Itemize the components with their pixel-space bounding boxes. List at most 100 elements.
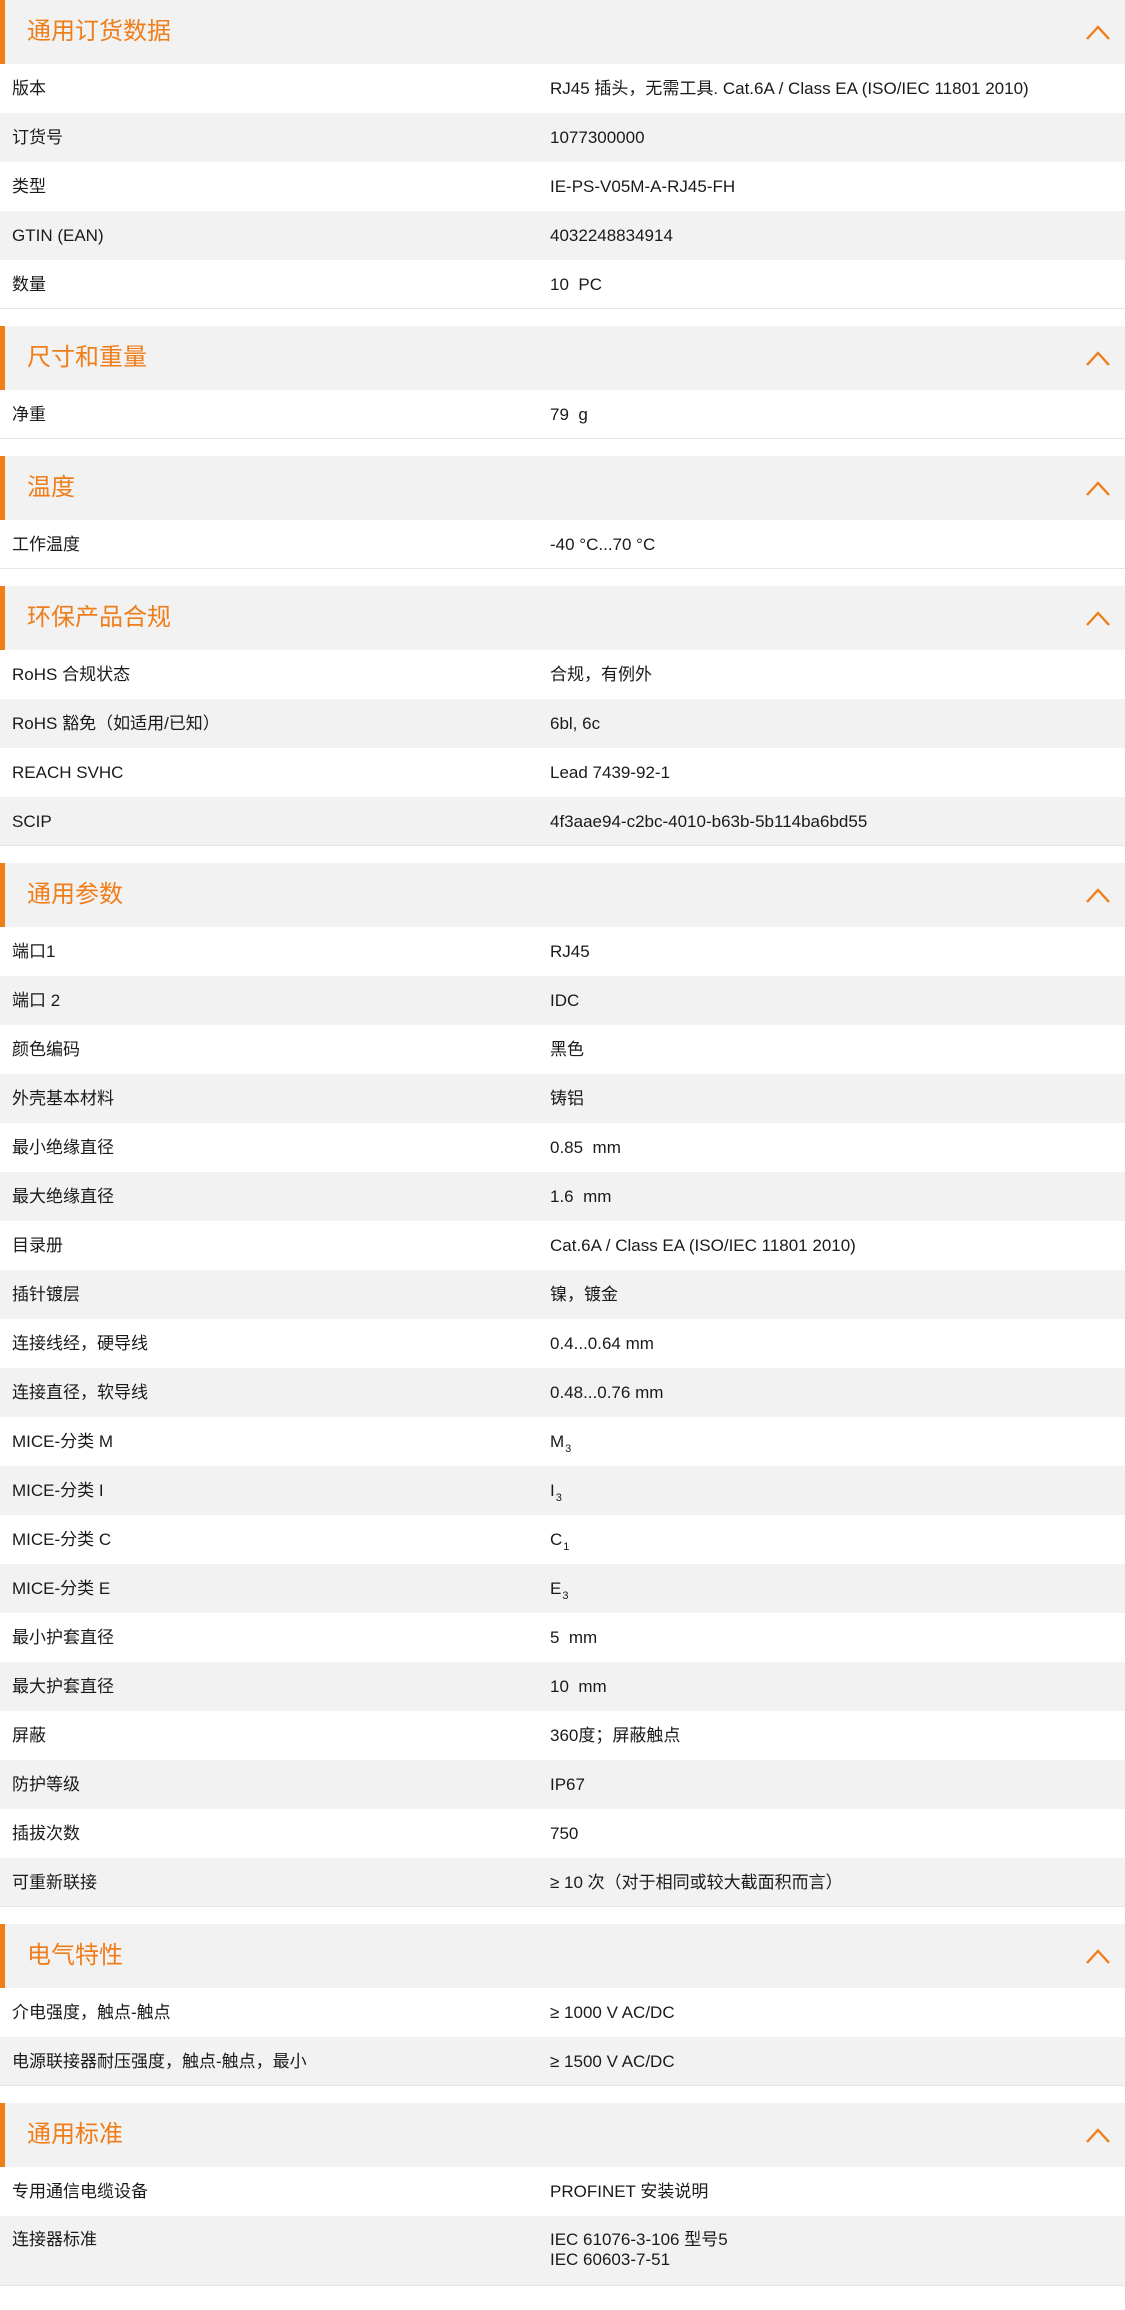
spec-label: 插拔次数 xyxy=(12,1824,80,1843)
spec-value: Cat.6A / Class EA (ISO/IEC 11801 2010) xyxy=(550,1221,856,1270)
spec-value: 360度；屏蔽触点 xyxy=(550,1711,680,1760)
spec-value-text: 黑色 xyxy=(550,1040,584,1059)
spec-value-text: PROFINET 安装说明 xyxy=(550,2182,709,2201)
spec-row: 版本 RJ45 插头，无需工具. Cat.6A / Class EA (ISO/I… xyxy=(0,64,1125,113)
section-title: 温度 xyxy=(27,474,75,501)
spec-label: 数量 xyxy=(12,275,46,294)
spec-label: 目录册 xyxy=(12,1236,63,1255)
spec-value-text: 0.48...0.76 mm xyxy=(550,1383,664,1402)
spec-label: 类型 xyxy=(12,177,46,196)
spec-label: 连接线经，硬导线 xyxy=(12,1334,148,1353)
spec-value-text: 铸铝 xyxy=(550,1089,584,1108)
spec-label: RoHS 合规状态 xyxy=(12,665,131,684)
spec-value: 750 xyxy=(550,1809,578,1858)
spec-row: 连接器标准 IEC 61076-3-106 型号5 IEC 60603-7-51 xyxy=(0,2216,1125,2286)
spec-value-text: 79 g xyxy=(550,405,588,424)
spec-value-text: ≥ 1500 V AC/DC xyxy=(550,2052,675,2071)
spec-label: 端口 2 xyxy=(12,991,61,1010)
section-header[interactable]: 环保产品合规 xyxy=(0,586,1125,650)
spec-row: 插针镀层 镍，镀金 xyxy=(0,1270,1125,1319)
spec-value-text: 1.6 mm xyxy=(550,1187,612,1206)
spec-value: 4032248834914 xyxy=(550,211,673,260)
spec-value-text: 4032248834914 xyxy=(550,226,673,245)
spec-row: 颜色编码 黑色 xyxy=(0,1025,1125,1074)
spec-value: IE-PS-V05M-A-RJ45-FH xyxy=(550,162,735,211)
spec-row: MICE-分类 I I3 xyxy=(0,1466,1125,1515)
chevron-up-icon[interactable] xyxy=(1085,883,1111,907)
spec-label: RoHS 豁免（如适用/已知） xyxy=(12,714,220,733)
spec-value-text: ≥ 1000 V AC/DC xyxy=(550,2003,675,2022)
spec-value: ≥ 1000 V AC/DC xyxy=(550,1988,675,2037)
spec-value: C1 xyxy=(550,1515,569,1567)
spec-label: 防护等级 xyxy=(12,1775,80,1794)
spec-row: 电源联接器耐压强度，触点-触点，最小 ≥ 1500 V AC/DC xyxy=(0,2037,1125,2086)
chevron-up-icon[interactable] xyxy=(1085,1944,1111,1968)
spec-row: RoHS 合规状态 合规，有例外 xyxy=(0,650,1125,699)
spec-label: SCIP xyxy=(12,812,52,831)
spec-value: ≥ 10 次（对于相同或较大截面积而言） xyxy=(550,1858,843,1907)
spec-value-text: IEC 61076-3-106 型号5 IEC 60603-7-51 xyxy=(550,2230,728,2269)
section-header[interactable]: 温度 xyxy=(0,456,1125,520)
spec-label: 最小护套直径 xyxy=(12,1628,114,1647)
section-title: 通用参数 xyxy=(27,881,123,908)
spec-value: 铸铝 xyxy=(550,1074,584,1123)
spec-value-text: C xyxy=(550,1530,563,1549)
spec-label: MICE-分类 I xyxy=(12,1481,104,1500)
spec-value: PROFINET 安装说明 xyxy=(550,2167,708,2216)
spec-value-text: ≥ 10 次（对于相同或较大截面积而言） xyxy=(550,1873,843,1892)
spec-row: 防护等级 IP67 xyxy=(0,1760,1125,1809)
spec-row: 净重 79 g xyxy=(0,390,1125,439)
chevron-up-icon[interactable] xyxy=(1085,20,1111,44)
section-header[interactable]: 通用订货数据 xyxy=(0,0,1125,64)
spec-value-text: 4f3aae94-c2bc-4010-b63b-5b114ba6bd55 xyxy=(550,812,868,831)
spec-row: MICE-分类 C C1 xyxy=(0,1515,1125,1564)
spec-value: 1077300000 xyxy=(550,113,645,162)
spec-value: IEC 61076-3-106 型号5 IEC 60603-7-51 xyxy=(550,2230,728,2270)
spec-row: 订货号 1077300000 xyxy=(0,113,1125,162)
spec-label: 版本 xyxy=(12,79,46,98)
spec-value: 0.4...0.64 mm xyxy=(550,1319,654,1368)
spec-row: 数量 10 PC xyxy=(0,260,1125,309)
spec-value: 黑色 xyxy=(550,1025,584,1074)
section-header[interactable]: 电气特性 xyxy=(0,1924,1125,1988)
spec-row: 最大绝缘直径 1.6 mm xyxy=(0,1172,1125,1221)
spec-value: 5 mm xyxy=(550,1613,597,1662)
spec-row: SCIP 4f3aae94-c2bc-4010-b63b-5b114ba6bd55 xyxy=(0,797,1125,846)
spec-row: GTIN (EAN) 4032248834914 xyxy=(0,211,1125,260)
spec-value-text: 镍，镀金 xyxy=(550,1285,618,1304)
spec-label: 端口1 xyxy=(12,942,56,961)
spec-value-text: 5 mm xyxy=(550,1628,598,1647)
spec-value-text: I xyxy=(550,1481,555,1500)
spec-label: 净重 xyxy=(12,405,46,424)
spec-value-subscript: 3 xyxy=(555,1492,562,1504)
spec-value: 合规，有例外 xyxy=(550,650,652,699)
spec-value-text: Lead 7439-92-1 xyxy=(550,763,671,782)
spec-value: RJ45 xyxy=(550,927,590,976)
section-header[interactable]: 通用标准 xyxy=(0,2103,1125,2167)
spec-row: REACH SVHC Lead 7439-92-1 xyxy=(0,748,1125,797)
spec-value-text: 0.4...0.64 mm xyxy=(550,1334,654,1353)
chevron-up-icon[interactable] xyxy=(1085,606,1111,630)
spec-row: 连接线经，硬导线 0.4...0.64 mm xyxy=(0,1319,1125,1368)
spec-row: 端口 2 IDC xyxy=(0,976,1125,1025)
spec-value: 镍，镀金 xyxy=(550,1270,618,1319)
spec-value: IP67 xyxy=(550,1760,585,1809)
spec-row: 目录册 Cat.6A / Class EA (ISO/IEC 11801 2010… xyxy=(0,1221,1125,1270)
spec-label: 插针镀层 xyxy=(12,1285,80,1304)
spec-value: 4f3aae94-c2bc-4010-b63b-5b114ba6bd55 xyxy=(550,797,867,846)
section-header[interactable]: 尺寸和重量 xyxy=(0,326,1125,390)
spec-value-text: IDC xyxy=(550,991,580,1010)
section-header[interactable]: 通用参数 xyxy=(0,863,1125,927)
chevron-up-icon[interactable] xyxy=(1085,346,1111,370)
spec-value-text: E xyxy=(550,1579,562,1598)
spec-value-text: RJ45 插头，无需工具. Cat.6A / Class EA (ISO/IEC… xyxy=(550,79,1029,98)
spec-row: 屏蔽 360度；屏蔽触点 xyxy=(0,1711,1125,1760)
section-title: 通用订货数据 xyxy=(27,18,171,45)
chevron-up-icon[interactable] xyxy=(1085,2123,1111,2147)
spec-value: E3 xyxy=(550,1564,568,1616)
chevron-up-icon[interactable] xyxy=(1085,476,1111,500)
spec-value: ≥ 1500 V AC/DC xyxy=(550,2037,675,2086)
spec-value-text: 1077300000 xyxy=(550,128,645,147)
spec-label: 电源联接器耐压强度，触点-触点，最小 xyxy=(12,2052,307,2071)
spec-row: 可重新联接 ≥ 10 次（对于相同或较大截面积而言） xyxy=(0,1858,1125,1907)
